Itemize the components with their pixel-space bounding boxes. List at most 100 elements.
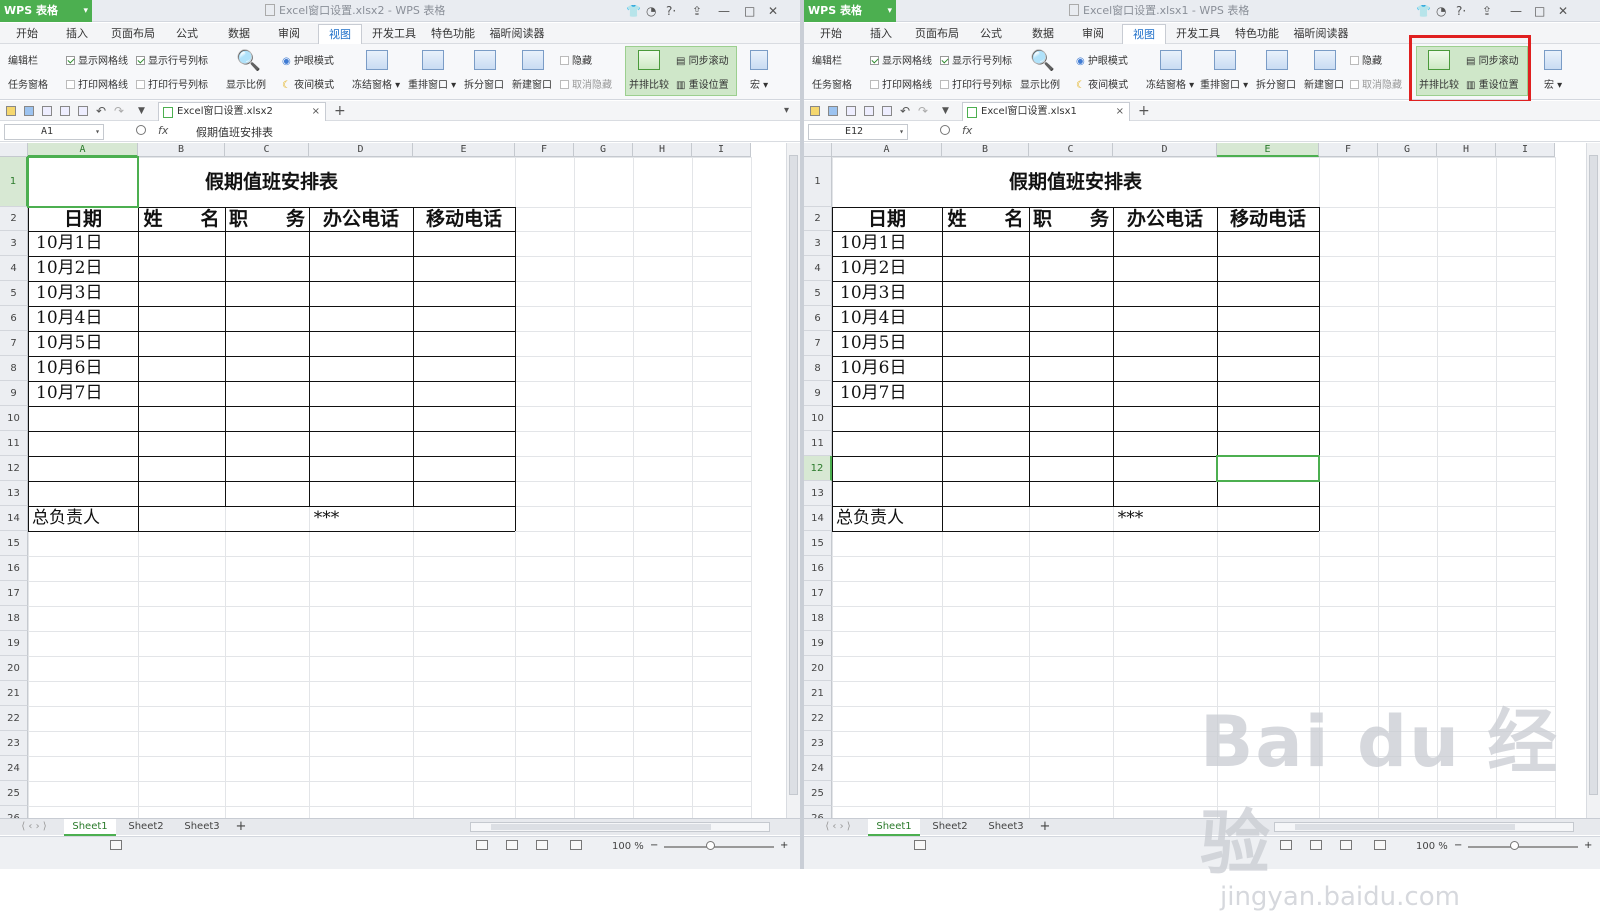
split-window-button[interactable]: 拆分窗口 xyxy=(1256,76,1296,91)
column-header[interactable]: F xyxy=(515,143,574,157)
sheet-tab-1[interactable]: Sheet1 xyxy=(868,819,920,836)
row-header[interactable]: 14 xyxy=(804,506,832,531)
minimize-icon[interactable]: — xyxy=(718,0,730,22)
vertical-scrollbar[interactable] xyxy=(786,143,800,818)
menu-insert[interactable]: 插入 xyxy=(862,23,900,44)
row-header[interactable]: 24 xyxy=(804,756,832,781)
show-gridlines-checkbox[interactable]: 显示网格线 xyxy=(66,52,128,67)
column-header[interactable]: E xyxy=(1217,143,1319,157)
zoom-in-icon[interactable]: + xyxy=(1584,840,1592,851)
menu-developer[interactable]: 开发工具 xyxy=(1174,23,1222,44)
row-header[interactable]: 11 xyxy=(0,431,28,456)
row-header[interactable]: 22 xyxy=(0,706,28,731)
save-icon[interactable] xyxy=(24,106,34,116)
row-header[interactable]: 23 xyxy=(804,731,832,756)
row-header[interactable]: 6 xyxy=(804,306,832,331)
print-icon[interactable] xyxy=(864,106,874,116)
column-header[interactable]: G xyxy=(1378,143,1437,157)
rearrange-window-button[interactable]: 重排窗口 ▾ xyxy=(408,76,456,91)
column-header[interactable]: H xyxy=(1437,143,1496,157)
row-header[interactable]: 16 xyxy=(804,556,832,581)
column-header[interactable]: C xyxy=(1029,143,1113,157)
row-header[interactable]: 5 xyxy=(0,281,28,306)
skin-icon[interactable]: 👕 xyxy=(626,0,641,22)
row-header[interactable]: 22 xyxy=(804,706,832,731)
row-header[interactable]: 18 xyxy=(804,606,832,631)
print-row-col-checkbox[interactable]: 打印行号列标 xyxy=(136,76,208,91)
row-header[interactable]: 15 xyxy=(0,531,28,556)
row-header[interactable]: 2 xyxy=(804,207,832,231)
menu-review[interactable]: 审阅 xyxy=(1074,23,1112,44)
sheet-tab-2[interactable]: Sheet2 xyxy=(924,819,976,836)
row-header[interactable]: 1 xyxy=(0,157,28,207)
menu-data[interactable]: 数据 xyxy=(1024,23,1062,44)
rearrange-window-button[interactable]: 重排窗口 ▾ xyxy=(1200,76,1248,91)
split-window-button[interactable]: 拆分窗口 xyxy=(464,76,504,91)
menu-start[interactable]: 开始 xyxy=(8,23,46,44)
sheet-nav-arrows[interactable]: ⟨ ‹ › ⟩ xyxy=(6,819,62,836)
hscroll-thumb[interactable] xyxy=(491,824,711,830)
zoom-slider[interactable] xyxy=(664,846,774,848)
menu-foxit[interactable]: 福昕阅读器 xyxy=(1290,23,1352,44)
menu-start[interactable]: 开始 xyxy=(812,23,850,44)
row-header[interactable]: 24 xyxy=(0,756,28,781)
export-icon[interactable] xyxy=(42,106,52,116)
print-gridlines-checkbox[interactable]: 打印网格线 xyxy=(66,76,128,91)
menu-page-layout[interactable]: 页面布局 xyxy=(108,23,158,44)
column-header[interactable]: B xyxy=(138,143,225,157)
menu-developer[interactable]: 开发工具 xyxy=(370,23,418,44)
row-header[interactable]: 15 xyxy=(804,531,832,556)
column-header[interactable]: F xyxy=(1319,143,1378,157)
column-header[interactable]: D xyxy=(1113,143,1217,157)
row-header[interactable]: 20 xyxy=(0,656,28,681)
page-break-view-icon[interactable] xyxy=(536,840,548,850)
close-icon[interactable]: ✕ xyxy=(1558,0,1568,22)
customize-dropdown-icon[interactable]: ▼ xyxy=(138,101,145,121)
page-layout-view-icon[interactable] xyxy=(1310,840,1322,850)
name-box[interactable]: E12 ▾ xyxy=(808,124,908,140)
document-tab[interactable]: Excel窗口设置.xlsx1 × xyxy=(962,102,1130,121)
sheet-tab-1[interactable]: Sheet1 xyxy=(64,819,116,836)
horizontal-scrollbar[interactable] xyxy=(1274,822,1574,832)
spreadsheet-grid[interactable]: A B C D E F G H I 1 2 3 4 5 6 7 8 9 10 11 12 13 14 15 16 17 18 19 20… xyxy=(0,143,800,828)
export-icon[interactable] xyxy=(846,106,856,116)
column-header[interactable]: A xyxy=(832,143,942,157)
row-header[interactable]: 7 xyxy=(0,331,28,356)
row-header[interactable]: 10 xyxy=(0,406,28,431)
vertical-scrollbar[interactable] xyxy=(1586,143,1600,818)
edit-bar-toggle[interactable]: 编辑栏 xyxy=(8,52,38,67)
page-layout-view-icon[interactable] xyxy=(506,840,518,850)
zoom-out-icon[interactable]: − xyxy=(1454,840,1462,851)
search-icon[interactable] xyxy=(136,125,146,135)
column-header[interactable]: E xyxy=(413,143,515,157)
fx-icon[interactable]: fx xyxy=(158,124,168,137)
redo-icon[interactable]: ↷ xyxy=(114,101,124,121)
column-header[interactable]: H xyxy=(633,143,692,157)
sheet-nav-arrows[interactable]: ⟨ ‹ › ⟩ xyxy=(810,819,866,836)
show-gridlines-checkbox[interactable]: 显示网格线 xyxy=(870,52,932,67)
row-header[interactable]: 23 xyxy=(0,731,28,756)
print-icon[interactable] xyxy=(60,106,70,116)
macro-button[interactable]: 宏 ▾ xyxy=(750,76,768,91)
row-header[interactable]: 7 xyxy=(804,331,832,356)
row-header[interactable]: 25 xyxy=(0,781,28,806)
menu-formula[interactable]: 公式 xyxy=(972,23,1010,44)
unhide-button[interactable]: 取消隐藏 xyxy=(560,76,612,91)
side-by-side-button[interactable]: 并排比较 xyxy=(629,76,669,91)
select-all-corner[interactable] xyxy=(0,143,28,157)
zoom-knob[interactable] xyxy=(1510,841,1519,850)
zoom-knob[interactable] xyxy=(706,841,715,850)
zoom-in-icon[interactable]: + xyxy=(780,840,788,851)
zoom-out-icon[interactable]: − xyxy=(650,840,658,851)
row-header[interactable]: 4 xyxy=(0,256,28,281)
sheet-tab-3[interactable]: Sheet3 xyxy=(980,819,1032,836)
row-header[interactable]: 8 xyxy=(0,356,28,381)
row-header[interactable]: 16 xyxy=(0,556,28,581)
hscroll-thumb[interactable] xyxy=(1295,824,1515,830)
menu-special[interactable]: 特色功能 xyxy=(428,23,478,44)
zoom-ratio-button[interactable]: 显示比例 xyxy=(1020,76,1060,91)
row-header[interactable]: 4 xyxy=(804,256,832,281)
row-header[interactable]: 17 xyxy=(804,581,832,606)
new-window-button[interactable]: 新建窗口 xyxy=(1304,76,1344,91)
freeze-panes-button[interactable]: 冻结窗格 ▾ xyxy=(1146,76,1194,91)
